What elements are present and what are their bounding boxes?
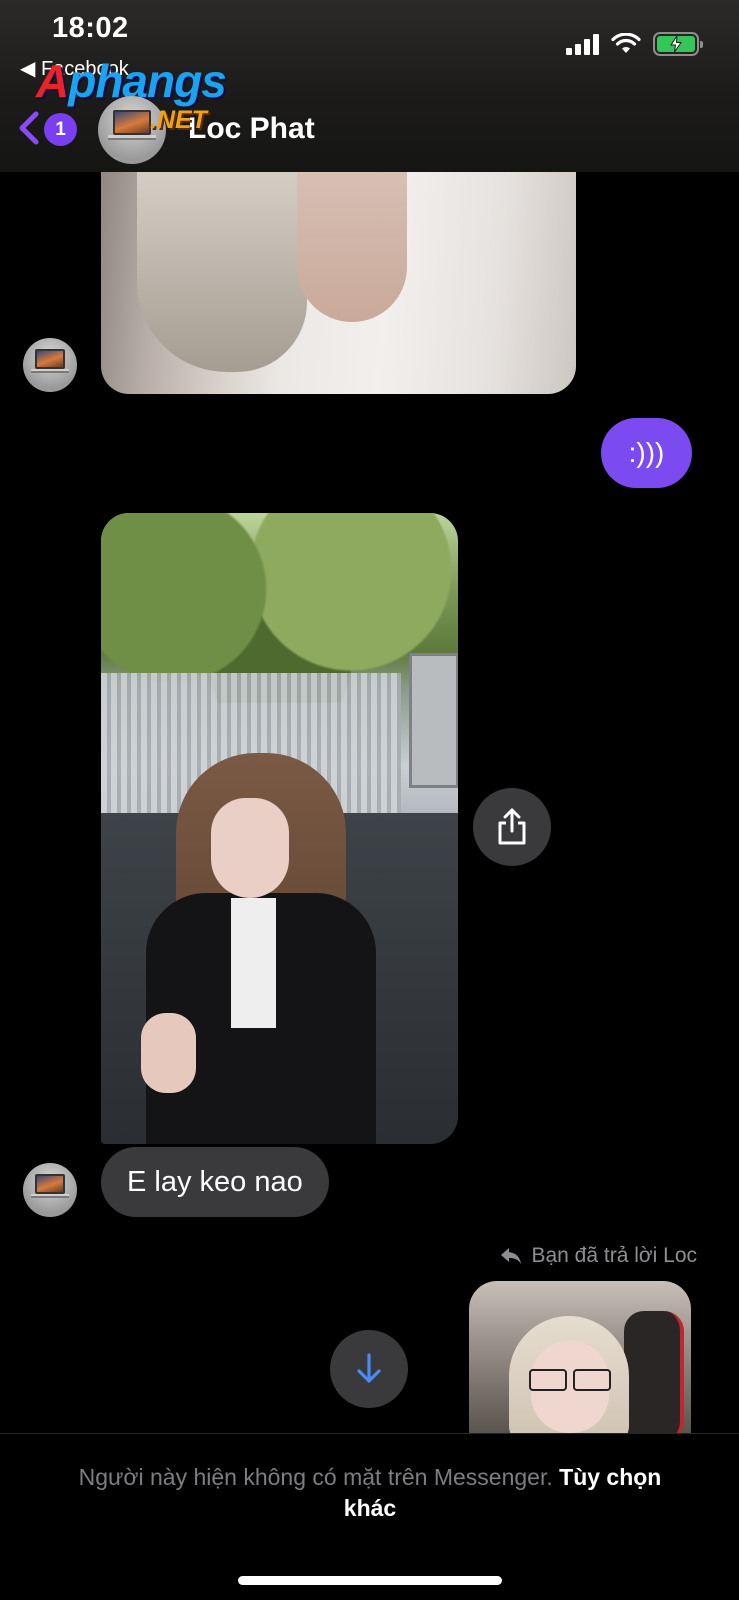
charging-bolt-icon (670, 36, 682, 52)
status-indicators (566, 32, 703, 56)
unread-count-badge: 1 (44, 113, 77, 146)
scroll-to-bottom-button[interactable] (330, 1330, 408, 1408)
arrow-down-icon (357, 1353, 381, 1383)
incoming-photo-message[interactable] (101, 172, 576, 394)
wifi-icon (611, 33, 641, 53)
battery-icon (653, 32, 703, 56)
reply-note-label: Bạn đã trả lời Loc (531, 1244, 697, 1267)
status-time: 18:02 (52, 12, 129, 44)
incoming-photo-message[interactable] (101, 513, 458, 1144)
unavailable-text: Người này hiện không có mặt trên Messeng… (78, 1464, 553, 1490)
cellular-signal-icon (566, 33, 599, 55)
reply-indicator: Bạn đã trả lời Loc (499, 1244, 697, 1268)
unavailable-notice: Người này hiện không có mặt trên Messeng… (60, 1462, 680, 1524)
back-triangle-icon: ◀ (20, 58, 36, 80)
sender-avatar[interactable] (23, 338, 77, 392)
outgoing-message-bubble[interactable]: :))) (601, 418, 692, 488)
incoming-message-bubble[interactable]: E lay keo nao (101, 1147, 329, 1217)
chevron-left-icon[interactable] (14, 108, 44, 148)
reply-arrow-icon (501, 1248, 522, 1264)
chat-header: 18:02 ◀ Facebook Aphangs 1 Loc Phat .NET (0, 0, 739, 172)
unavailable-footer: Người này hiện không có mặt trên Messeng… (0, 1433, 739, 1600)
home-indicator[interactable] (238, 1576, 502, 1585)
sender-avatar[interactable] (23, 1163, 77, 1217)
share-icon (498, 808, 526, 845)
outgoing-reply-photo[interactable] (469, 1281, 691, 1433)
share-button[interactable] (473, 788, 551, 866)
watermark-suffix: .NET (150, 106, 207, 134)
contact-name[interactable]: Loc Phat (188, 112, 315, 146)
